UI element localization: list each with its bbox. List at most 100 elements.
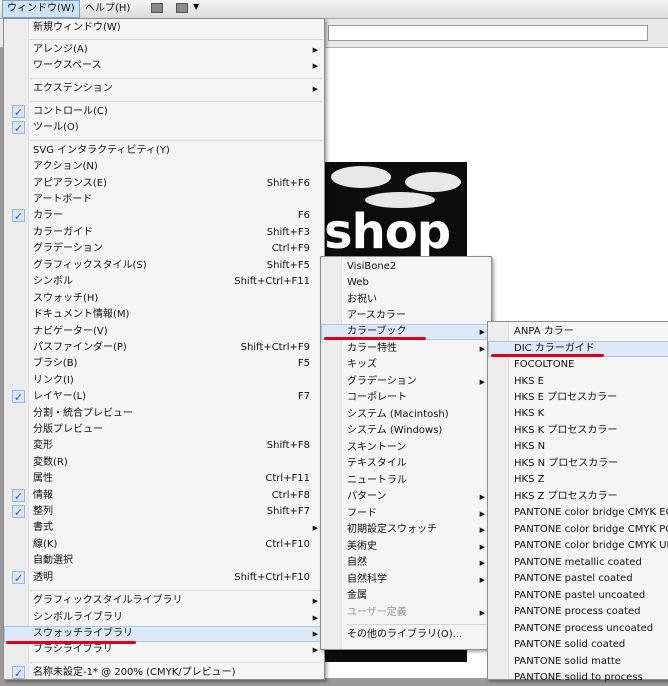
swatch-library-item-16[interactable]: 初期設定スウォッチ ▶ xyxy=(321,522,491,538)
window-menu-item-11[interactable]: カラーガイド Shift+F3 xyxy=(4,225,324,241)
swatch-library-item-11[interactable]: スキントーン xyxy=(321,440,491,456)
color-book-item-14[interactable]: PANTONE metallic coated xyxy=(488,555,668,571)
window-menu-item-24[interactable]: 変形 Shift+F8 xyxy=(4,438,324,454)
menu-item-label: コーポレート xyxy=(347,392,407,403)
window-menu-item-18[interactable]: パスファインダー(P) Shift+Ctrl+F9 xyxy=(4,340,324,356)
swatch-library-item-20[interactable]: 金属 xyxy=(321,588,491,604)
window-menu-item-2[interactable]: ワークスペース ▶ xyxy=(4,58,324,74)
color-book-item-6[interactable]: HKS K プロセスカラー xyxy=(488,423,668,439)
window-menu-item-32[interactable]: ✓ 透明 Shift+Ctrl+F10 xyxy=(4,570,324,586)
window-menu-item-12[interactable]: グラデーション Ctrl+F9 xyxy=(4,241,324,257)
window-menu-item-10[interactable]: ✓ カラー F6 xyxy=(4,208,324,224)
window-menu-item-31[interactable]: 自動選択 xyxy=(4,553,324,569)
swatch-library-item-10[interactable]: システム (Windows) xyxy=(321,423,491,439)
window-menu-item-4[interactable]: ✓ コントロール(C) xyxy=(4,104,324,120)
color-book-item-19[interactable]: PANTONE solid coated xyxy=(488,637,668,653)
window-menu-item-37[interactable]: ✓ 名称未設定-1* @ 200% (CMYK/プレビュー) xyxy=(4,665,324,681)
window-menu-item-30[interactable]: 線(K) Ctrl+F10 xyxy=(4,537,324,553)
window-menu-item-34[interactable]: シンボルライブラリ ▶ xyxy=(4,610,324,626)
menu-item-label: フード xyxy=(347,508,377,519)
swatch-library-item-5[interactable]: カラー特性 ▶ xyxy=(321,341,491,357)
window-menu-item-17[interactable]: ナビゲーター(V) xyxy=(4,324,324,340)
color-book-item-5[interactable]: HKS K xyxy=(488,406,668,422)
swatch-library-item-1[interactable]: Web xyxy=(321,275,491,291)
window-menu-button[interactable]: ウィンドウ(W) xyxy=(2,0,80,18)
window-menu-item-22[interactable]: 分割・統合プレビュー xyxy=(4,406,324,422)
submenu-arrow-icon: ▶ xyxy=(312,524,318,532)
swatch-library-item-9[interactable]: システム (Macintosh) xyxy=(321,407,491,423)
window-menu-item-9[interactable]: アートボード xyxy=(4,192,324,208)
window-menu-item-1[interactable]: アレンジ(A) ▶ xyxy=(4,42,324,58)
window-menu-item-6[interactable]: SVG インタラクティビティ(Y) xyxy=(4,143,324,159)
swatch-library-item-7[interactable]: グラデーション ▶ xyxy=(321,374,491,390)
swatch-library-item-13[interactable]: ニュートラル xyxy=(321,473,491,489)
window-menu-item-26[interactable]: 属性 Ctrl+F11 xyxy=(4,471,324,487)
color-book-item-4[interactable]: HKS E プロセスカラー xyxy=(488,390,668,406)
window-menu-item-36[interactable]: ブラシライブラリ ▶ xyxy=(4,642,324,658)
swatch-library-item-14[interactable]: パターン ▶ xyxy=(321,489,491,505)
window-menu-item-14[interactable]: シンボル Shift+Ctrl+F11 xyxy=(4,274,324,290)
swatch-library-item-17[interactable]: 美術史 ▶ xyxy=(321,539,491,555)
menu-item-label: スウォッチ(H) xyxy=(33,293,99,304)
window-menu-item-27[interactable]: ✓ 情報 Ctrl+F8 xyxy=(4,488,324,504)
window-menu-item-13[interactable]: グラフィックスタイル(S) Shift+F5 xyxy=(4,258,324,274)
swatch-library-item-18[interactable]: 自然 ▶ xyxy=(321,555,491,571)
window-menu-item-15[interactable]: スウォッチ(H) xyxy=(4,291,324,307)
color-book-item-8[interactable]: HKS N プロセスカラー xyxy=(488,456,668,472)
swatch-library-item-12[interactable]: テキスタイル xyxy=(321,456,491,472)
color-book-item-16[interactable]: PANTONE pastel uncoated xyxy=(488,588,668,604)
swatch-library-item-0[interactable]: VisiBone2 xyxy=(321,259,491,275)
color-book-item-17[interactable]: PANTONE process coated xyxy=(488,604,668,620)
swatch-library-item-22[interactable]: その他のライブラリ(O)... xyxy=(321,627,491,643)
color-book-item-10[interactable]: HKS Z プロセスカラー xyxy=(488,489,668,505)
menu-item-label: その他のライブラリ(O)... xyxy=(347,629,463,640)
menu-item-label: 名称未設定-1* @ 200% (CMYK/プレビュー) xyxy=(33,667,236,678)
menu-item-label: 分割・統合プレビュー xyxy=(33,408,133,419)
color-book-item-3[interactable]: HKS E xyxy=(488,374,668,390)
window-menu-item-28[interactable]: ✓ 整列 Shift+F7 xyxy=(4,504,324,520)
window-menu-item-23[interactable]: 分版プレビュー xyxy=(4,422,324,438)
color-book-item-20[interactable]: PANTONE solid matte xyxy=(488,654,668,670)
menu-item-shortcut: Ctrl+F10 xyxy=(265,539,310,550)
window-menu-item-5[interactable]: ✓ ツール(O) xyxy=(4,120,324,136)
color-book-item-0[interactable]: ANPA カラー xyxy=(488,324,668,340)
window-menu-item-20[interactable]: リンク(I) xyxy=(4,373,324,389)
swatch-library-item-19[interactable]: 自然科学 ▶ xyxy=(321,572,491,588)
swatch-library-item-3[interactable]: アースカラー xyxy=(321,308,491,324)
color-book-item-12[interactable]: PANTONE color bridge CMYK PC xyxy=(488,522,668,538)
help-menu-button[interactable]: ヘルプ(H) xyxy=(81,0,134,18)
menu-item-label: HKS K プロセスカラー xyxy=(514,425,618,436)
swatch-library-item-6[interactable]: キッズ xyxy=(321,357,491,373)
window-menu-item-8[interactable]: アピアランス(E) Shift+F6 xyxy=(4,176,324,192)
window-menu-item-25[interactable]: 変数(R) xyxy=(4,455,324,471)
window-menu-item-7[interactable]: アクション(N) xyxy=(4,159,324,175)
color-book-item-15[interactable]: PANTONE pastel coated xyxy=(488,571,668,587)
menu-item-label: PANTONE pastel uncoated xyxy=(514,590,646,601)
swatch-library-item-2[interactable]: お祝い xyxy=(321,292,491,308)
submenu-arrow-icon: ▶ xyxy=(312,614,318,622)
color-book-item-13[interactable]: PANTONE color bridge CMYK UP xyxy=(488,538,668,554)
menu-item-label: グラフィックスタイルライブラリ xyxy=(33,595,183,606)
swatch-library-item-8[interactable]: コーポレート xyxy=(321,390,491,406)
window-menu-item-19[interactable]: ブラシ(B) F5 xyxy=(4,356,324,372)
window-menu-item-16[interactable]: ドキュメント情報(M) xyxy=(4,307,324,323)
window-menu-item-35[interactable]: スウォッチライブラリ ▶ xyxy=(4,626,324,643)
chevron-down-icon[interactable]: ▼ xyxy=(193,2,199,11)
window-menu-item-0[interactable]: 新規ウィンドウ(W) xyxy=(4,20,324,36)
color-book-item-11[interactable]: PANTONE color bridge CMYK EC xyxy=(488,505,668,521)
swatch-library-item-15[interactable]: フード ▶ xyxy=(321,506,491,522)
window-menu-item-21[interactable]: ✓ レイヤー(L) F7 xyxy=(4,389,324,405)
window-menu-item-33[interactable]: グラフィックスタイルライブラリ ▶ xyxy=(4,593,324,609)
menu-item-label: HKS Z プロセスカラー xyxy=(514,491,618,502)
color-book-item-2[interactable]: FOCOLTONE xyxy=(488,357,668,373)
color-book-item-18[interactable]: PANTONE process uncoated xyxy=(488,621,668,637)
control-panel-field[interactable] xyxy=(328,25,648,41)
window-menu-item-29[interactable]: 書式 ▶ xyxy=(4,520,324,536)
bridge-icon[interactable] xyxy=(151,3,163,13)
color-book-item-21[interactable]: PANTONE solid to process xyxy=(488,670,668,686)
color-book-item-7[interactable]: HKS N xyxy=(488,439,668,455)
color-book-item-9[interactable]: HKS Z xyxy=(488,472,668,488)
menu-item-label: HKS E プロセスカラー xyxy=(514,392,618,403)
window-menu-item-3[interactable]: エクステンション ▶ xyxy=(4,81,324,97)
arrange-documents-icon[interactable] xyxy=(176,3,188,13)
